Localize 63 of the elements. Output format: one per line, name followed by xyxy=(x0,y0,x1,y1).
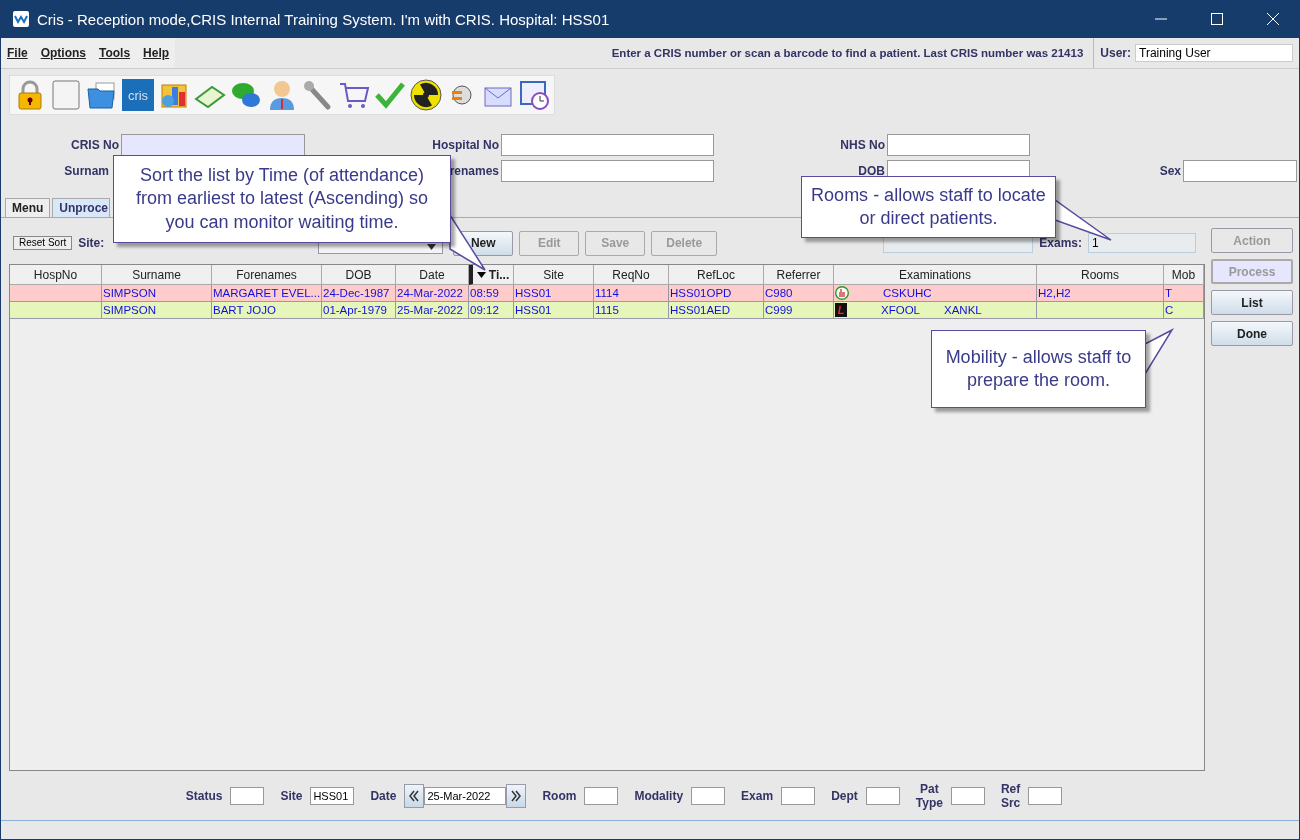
status-letter-icon: L xyxy=(835,303,847,317)
table-cell: C980 xyxy=(764,285,834,301)
exam-code: CSKUHC xyxy=(883,286,932,301)
field-label: CRIS No xyxy=(71,138,120,152)
filter-label: Room xyxy=(542,789,577,803)
exam-code: XFOOL xyxy=(881,303,920,318)
field-label: Hospital No xyxy=(432,138,500,152)
filter-label: Date xyxy=(370,789,397,803)
date-field[interactable]: 25-Mar-2022 xyxy=(424,787,507,805)
field-label: DOB xyxy=(858,164,886,178)
filter-label: Dept xyxy=(831,789,858,803)
filter-label: Modality xyxy=(634,789,684,803)
table-cell: HSS01AED xyxy=(669,302,764,318)
table-cell: H2,H2 xyxy=(1037,285,1164,301)
site-label: Site: xyxy=(78,236,105,250)
table-cell: MARGARET EVEL... xyxy=(212,285,322,301)
table-cell: C xyxy=(1164,302,1204,318)
field-label: NHS No xyxy=(840,138,886,152)
table-cell: 24-Mar-2022 xyxy=(396,285,469,301)
table-cell: HSS01 xyxy=(514,302,594,318)
exams-field[interactable]: 1 xyxy=(1088,233,1196,253)
table-cell: 1115 xyxy=(594,302,669,318)
user-field[interactable]: Training User xyxy=(1135,44,1293,62)
cris-logo-icon[interactable]: cris xyxy=(122,79,154,111)
table-cell: SIMPSON xyxy=(102,302,212,318)
callout-tooltip: Sort the list by Time (of attendance) from earliest to latest (Ascending) so you can monitor waiting time. xyxy=(113,155,451,243)
table-cell: T xyxy=(1164,285,1204,301)
filter-field[interactable]: HSS01 xyxy=(310,787,355,805)
table-cell: SIMPSON xyxy=(102,285,212,301)
filter-label: Pat Type xyxy=(915,782,943,810)
table-row[interactable]: SIMPSON BART JOJO 01-Apr-1979 25-Mar-2022 09:12 HSS01 1115 HSS01AED C999 L XFOOL XANKL C xyxy=(10,302,1204,319)
menu-item[interactable]: Tools xyxy=(99,46,131,60)
table-cell: C999 xyxy=(764,302,834,318)
window-title: Cris - Reception mode,CRIS Internal Training System. I'm with CRIS. Hospital: HSS01 xyxy=(37,10,611,28)
tab[interactable]: Unproce xyxy=(52,198,111,217)
field-label: Sex xyxy=(1159,164,1182,178)
table-cell: 1114 xyxy=(594,285,669,301)
filter-label: Ref Src xyxy=(1000,782,1021,810)
filter-label: Status xyxy=(185,789,223,803)
table-cell: 24-Dec-1987 xyxy=(322,285,396,301)
table-row[interactable]: SIMPSON MARGARET EVEL... 24-Dec-1987 24-Mar-2022 08:59 HSS01 1114 HSS01OPD C980 CSKUHC H2,H2 T xyxy=(10,285,1204,302)
field-label: Surnam xyxy=(64,164,110,178)
table-cell: BART JOJO xyxy=(212,302,322,318)
side-button[interactable]: List xyxy=(1211,290,1293,315)
menu-item[interactable]: Help xyxy=(143,46,170,60)
side-button[interactable]: Done xyxy=(1211,321,1293,346)
table-cell: HSS01OPD xyxy=(669,285,764,301)
menu-item[interactable]: File xyxy=(7,46,28,60)
table-cell: 25-Mar-2022 xyxy=(396,302,469,318)
filter-label: Site xyxy=(280,789,303,803)
reset-sort-button[interactable]: Reset Sort xyxy=(13,236,73,250)
status-message: Enter a CRIS number or scan a barcode to find a patient. Last CRIS number was 21413 xyxy=(610,47,1085,59)
tab[interactable]: Menu xyxy=(5,198,51,217)
table-cell: 09:12 xyxy=(469,302,514,318)
exam-code: XANKL xyxy=(944,303,982,318)
user-label: User: xyxy=(1093,38,1131,68)
filter-label: Exam xyxy=(741,789,774,803)
exams-label: Exams: xyxy=(1039,236,1082,250)
table-cell: 08:59 xyxy=(469,285,514,301)
field-label: renames xyxy=(449,164,500,178)
table-cell: 01-Apr-1979 xyxy=(322,302,396,318)
table-cell: HSS01 xyxy=(514,285,594,301)
menu-item[interactable]: Options xyxy=(40,46,86,60)
